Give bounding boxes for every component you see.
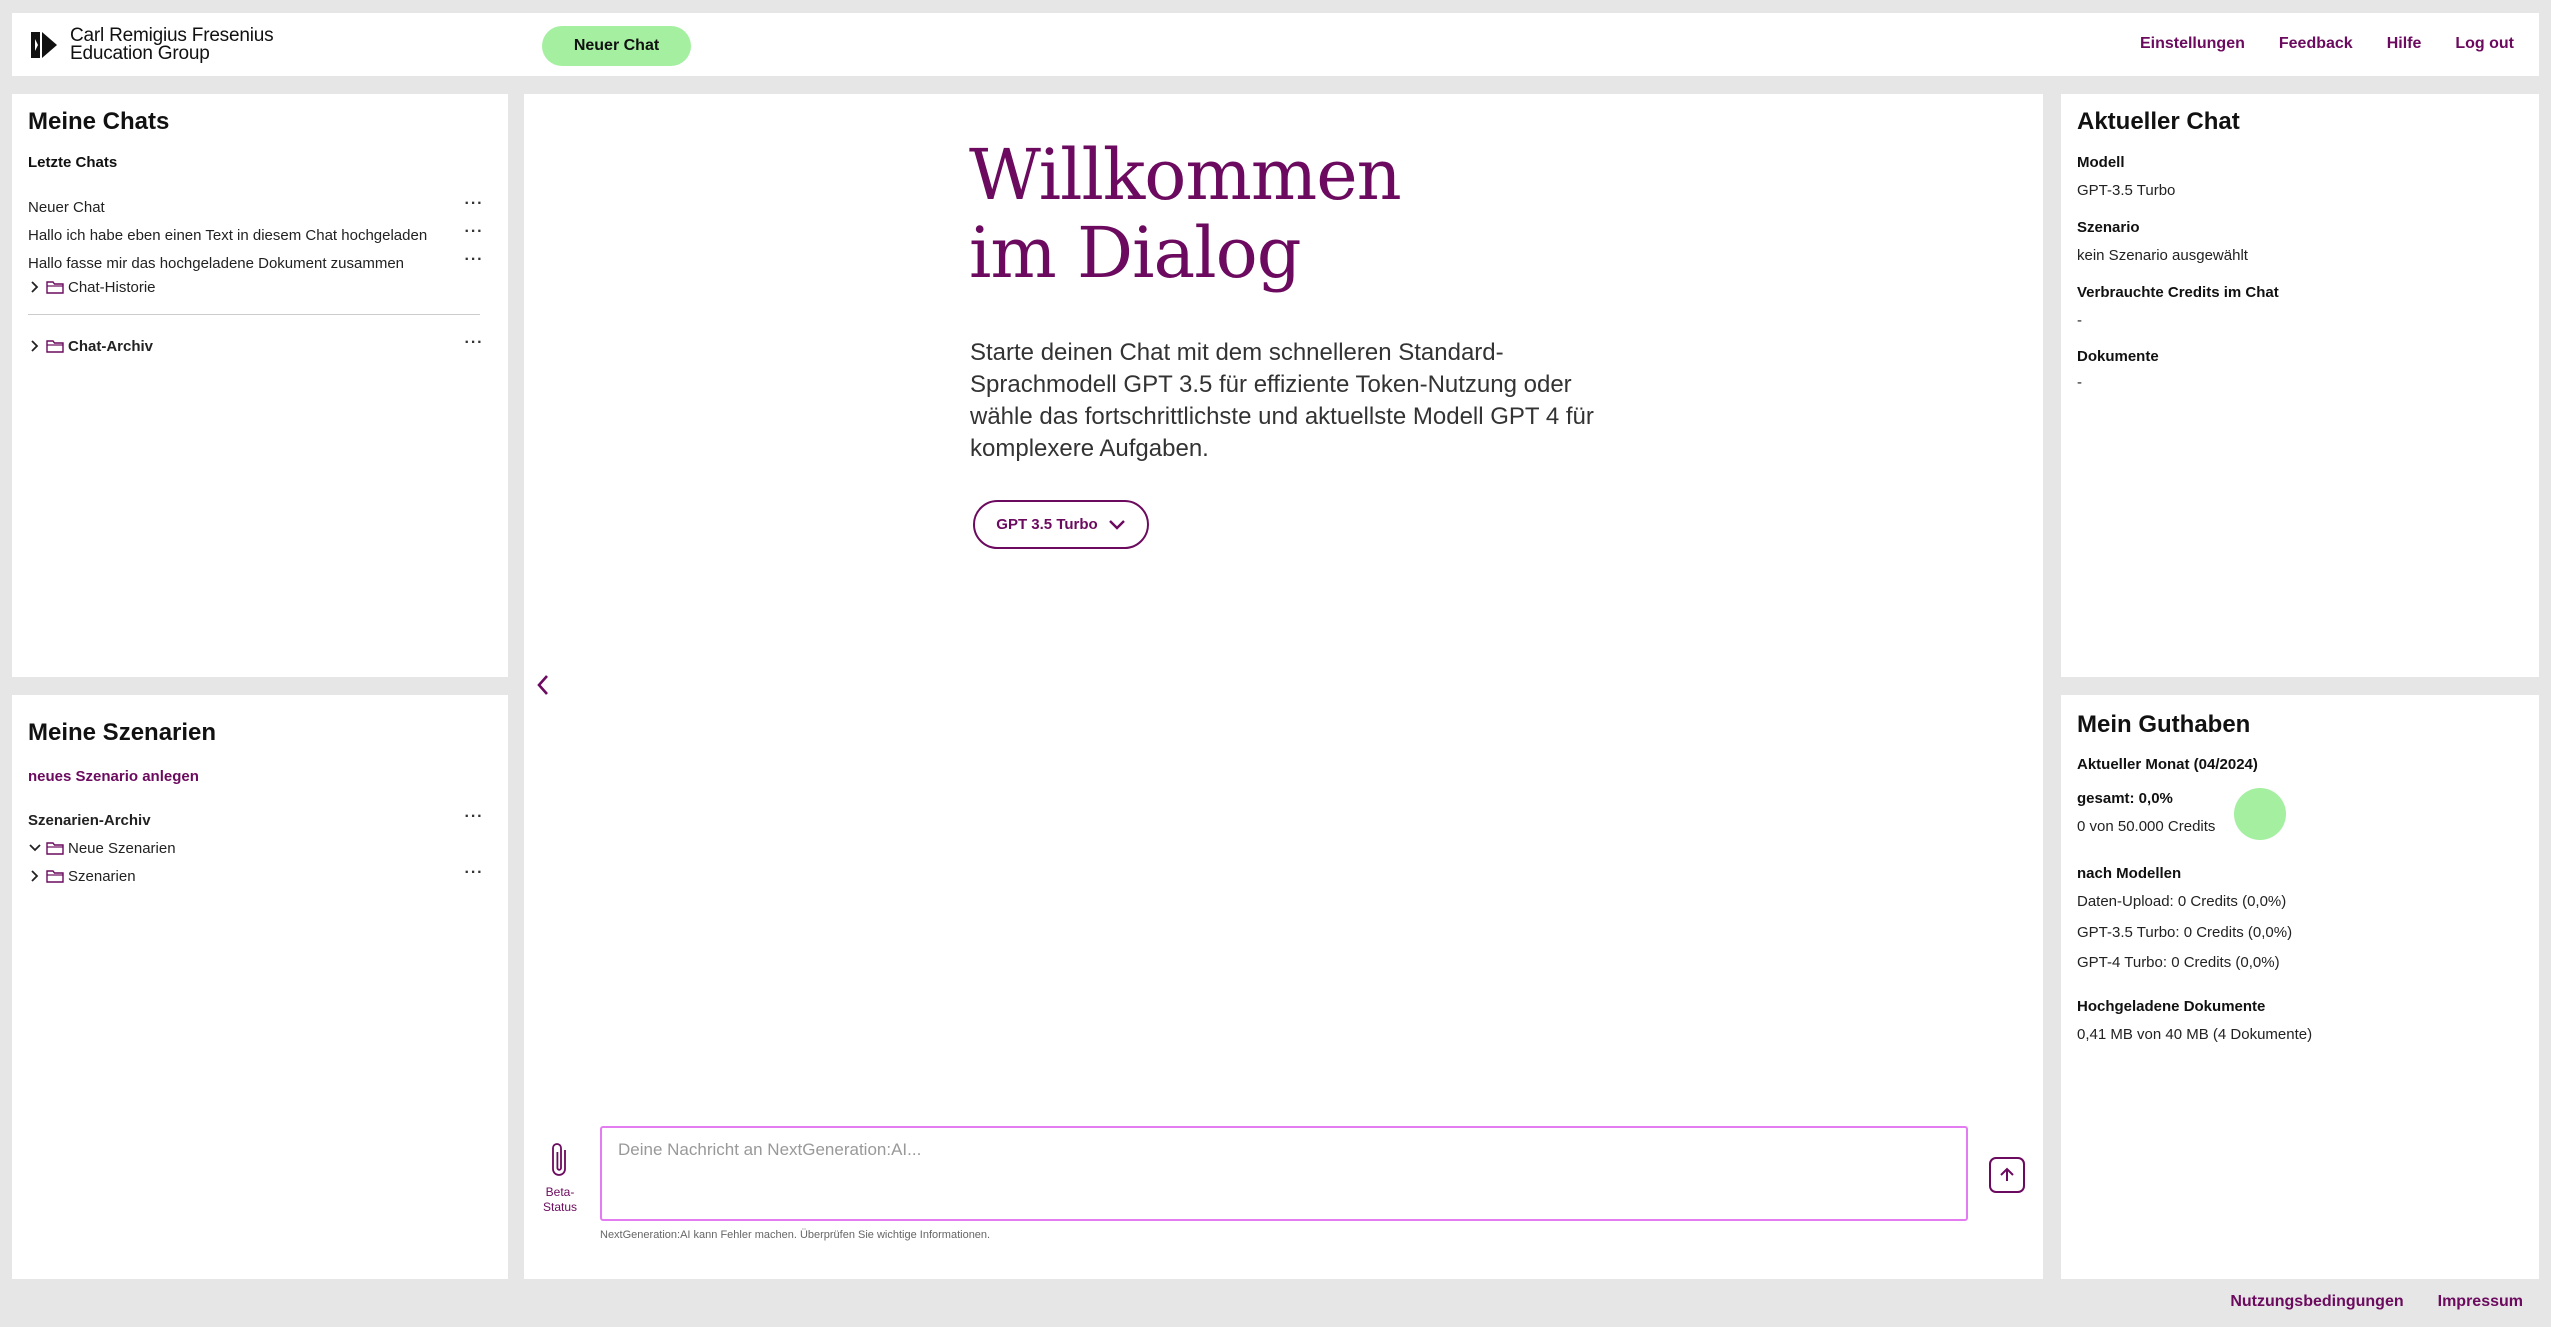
uploads-label: Hochgeladene Dokumente [2077, 998, 2266, 1015]
logo-icon [31, 32, 57, 58]
model-select-value: GPT 3.5 Turbo [996, 516, 1098, 533]
disclaimer-text: NextGeneration:AI kann Fehler machen. Üb… [600, 1229, 991, 1241]
more-options-icon[interactable]: ··· [462, 224, 486, 240]
chat-item-label: Hallo fasse mir das hochgeladene Dokumen… [28, 254, 405, 272]
model-label: Modell [2077, 154, 2125, 171]
more-options-icon[interactable]: ··· [462, 865, 486, 881]
folder-icon [46, 340, 64, 353]
chat-item-label: Hallo ich habe eben einen Text in diesem… [28, 226, 428, 244]
divider [28, 314, 480, 315]
uploads-value: 0,41 MB von 40 MB (4 Dokumente) [2077, 1026, 2313, 1043]
chat-item[interactable]: Hallo ich habe eben einen Text in diesem… [28, 224, 498, 246]
folder-label: Neue Szenarien [68, 839, 176, 857]
credit-usage-gauge [2234, 788, 2286, 840]
current-month-label: Aktueller Monat (04/2024) [2077, 756, 2258, 773]
new-chat-button[interactable]: Neuer Chat [542, 26, 691, 66]
chat-item[interactable]: Neuer Chat ··· [28, 196, 498, 218]
beta-line-2: Status [542, 1200, 578, 1214]
scenario-archive-title: Szenarien-Archiv [28, 811, 151, 829]
folder-new-scenarios[interactable]: Neue Szenarien [28, 837, 176, 859]
documents-value: - [2077, 374, 2082, 391]
paperclip-icon [552, 1143, 566, 1176]
recent-chats-title: Letzte Chats [28, 154, 118, 171]
chat-item-label: Neuer Chat [28, 198, 105, 216]
more-options-icon[interactable]: ··· [462, 335, 486, 351]
total-value: 0 von 50.000 Credits [2077, 818, 2216, 835]
my-chats-panel: Meine Chats Letzte Chats Neuer Chat ··· … [12, 94, 508, 677]
current-chat-title: Aktueller Chat [2077, 108, 2240, 135]
terms-link[interactable]: Nutzungsbedingungen [2230, 1293, 2403, 1311]
my-scenarios-panel: Meine Szenarien neues Szenario anlegen S… [12, 695, 508, 1279]
send-button[interactable] [1989, 1157, 2025, 1193]
logo-line-2: Education Group [70, 43, 210, 64]
nav-help[interactable]: Hilfe [2387, 35, 2422, 53]
brand-logo[interactable]: Carl Remigius Fresenius Education Group [28, 26, 274, 64]
footer-links: Nutzungsbedingungen Impressum [2230, 1293, 2523, 1311]
folder-icon [46, 870, 64, 883]
model-usage-item: Daten-Upload: 0 Credits (0,0%) [2077, 893, 2287, 910]
message-input-placeholder: Deine Nachricht an NextGeneration:AI... [618, 1140, 922, 1159]
scenario-label: Szenario [2077, 219, 2140, 236]
total-label: gesamt: 0,0% [2077, 790, 2173, 807]
chat-credits-value: - [2077, 312, 2082, 329]
more-options-icon[interactable]: ··· [462, 252, 486, 268]
folder-scenarios[interactable]: Szenarien ··· [28, 865, 498, 887]
model-usage-item: GPT-3.5 Turbo: 0 Credits (0,0%) [2077, 924, 2293, 941]
by-model-label: nach Modellen [2077, 865, 2182, 882]
current-chat-panel: Aktueller Chat Modell GPT-3.5 Turbo Szen… [2061, 94, 2539, 677]
nav-feedback[interactable]: Feedback [2279, 35, 2353, 53]
attach-area[interactable]: Beta- Status [540, 1140, 580, 1215]
top-bar: Carl Remigius Fresenius Education Group … [12, 13, 2539, 76]
scenario-archive-header[interactable]: Szenarien-Archiv ··· [28, 809, 498, 831]
more-options-icon[interactable]: ··· [462, 196, 486, 212]
new-scenario-link[interactable]: neues Szenario anlegen [28, 768, 199, 785]
chat-item[interactable]: Hallo fasse mir das hochgeladene Dokumen… [28, 252, 498, 274]
documents-label: Dokumente [2077, 348, 2159, 365]
model-value: GPT-3.5 Turbo [2077, 182, 2176, 199]
nav-settings[interactable]: Einstellungen [2140, 35, 2245, 53]
beta-line-1: Beta- [545, 1185, 575, 1199]
my-credit-panel: Mein Guthaben Aktueller Monat (04/2024) … [2061, 695, 2539, 1279]
my-scenarios-title: Meine Szenarien [28, 719, 217, 746]
arrow-up-icon [2000, 1167, 2014, 1181]
folder-label: Chat-Historie [68, 278, 156, 296]
chevron-down-icon [29, 844, 41, 852]
folder-icon [46, 842, 64, 855]
welcome-heading: Willkommen im Dialog [969, 134, 1402, 294]
beta-status-label: Beta- Status [540, 1185, 580, 1215]
more-options-icon[interactable]: ··· [462, 809, 486, 825]
top-nav: Einstellungen Feedback Hilfe Log out [2140, 35, 2514, 53]
intro-text: Starte deinen Chat mit dem schnelleren S… [970, 339, 1594, 462]
welcome-line-2: im Dialog [969, 212, 1302, 294]
folder-icon [46, 281, 64, 294]
welcome-line-1: Willkommen [969, 134, 1402, 216]
imprint-link[interactable]: Impressum [2438, 1293, 2523, 1311]
credit-title: Mein Guthaben [2077, 711, 2251, 738]
my-chats-title: Meine Chats [28, 108, 170, 135]
chat-main-panel: Willkommen im Dialog Starte deinen Chat … [524, 94, 2043, 1279]
model-select[interactable]: GPT 3.5 Turbo [973, 500, 1149, 549]
folder-label: Szenarien [68, 867, 136, 885]
scenario-value: kein Szenario ausgewählt [2077, 247, 2248, 264]
model-usage-item: GPT-4 Turbo: 0 Credits (0,0%) [2077, 954, 2280, 971]
chat-credits-label: Verbrauchte Credits im Chat [2077, 284, 2279, 301]
folder-label: Chat-Archiv [68, 337, 154, 355]
message-input[interactable]: Deine Nachricht an NextGeneration:AI... [600, 1126, 1968, 1221]
chevron-right-icon [31, 281, 39, 293]
folder-chat-history[interactable]: Chat-Historie [28, 276, 156, 298]
chevron-right-icon [31, 870, 39, 882]
nav-logout[interactable]: Log out [2455, 35, 2514, 53]
collapse-sidebar-chevron-left-icon[interactable] [532, 670, 554, 700]
chevron-down-icon [1108, 519, 1125, 530]
chevron-right-icon [31, 340, 39, 352]
folder-chat-archive[interactable]: Chat-Archiv ··· [28, 335, 498, 357]
